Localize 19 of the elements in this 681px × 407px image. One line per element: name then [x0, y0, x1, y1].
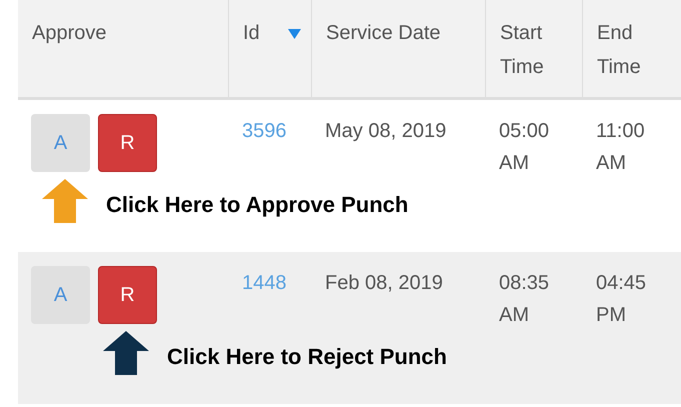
column-header[interactable]: End Time: [582, 0, 681, 97]
column-header[interactable]: Start Time: [485, 0, 582, 97]
column-header[interactable]: Approve: [18, 0, 228, 97]
table-cell: 05:00 AM: [499, 120, 550, 174]
approve-button[interactable]: A: [31, 114, 90, 172]
approve-button[interactable]: A: [31, 266, 90, 324]
table-cell: 11:00 AM: [596, 120, 645, 174]
table-cell: May 08, 2019: [325, 120, 446, 142]
callout-text: Click Here to Approve Punch: [106, 191, 408, 219]
table-cell: 04:45 PM: [596, 272, 646, 326]
table-cell: 08:35 AM: [499, 272, 550, 326]
id-link[interactable]: 3596: [242, 120, 286, 142]
reject-button[interactable]: R: [98, 114, 157, 172]
table-cell: Feb 08, 2019: [325, 272, 443, 294]
reject-button[interactable]: R: [98, 266, 157, 324]
callout-text: Click Here to Reject Punch: [167, 343, 447, 371]
id-link[interactable]: 1448: [242, 272, 286, 294]
column-header[interactable]: Id: [228, 0, 311, 97]
column-header[interactable]: Service Date: [311, 0, 485, 97]
